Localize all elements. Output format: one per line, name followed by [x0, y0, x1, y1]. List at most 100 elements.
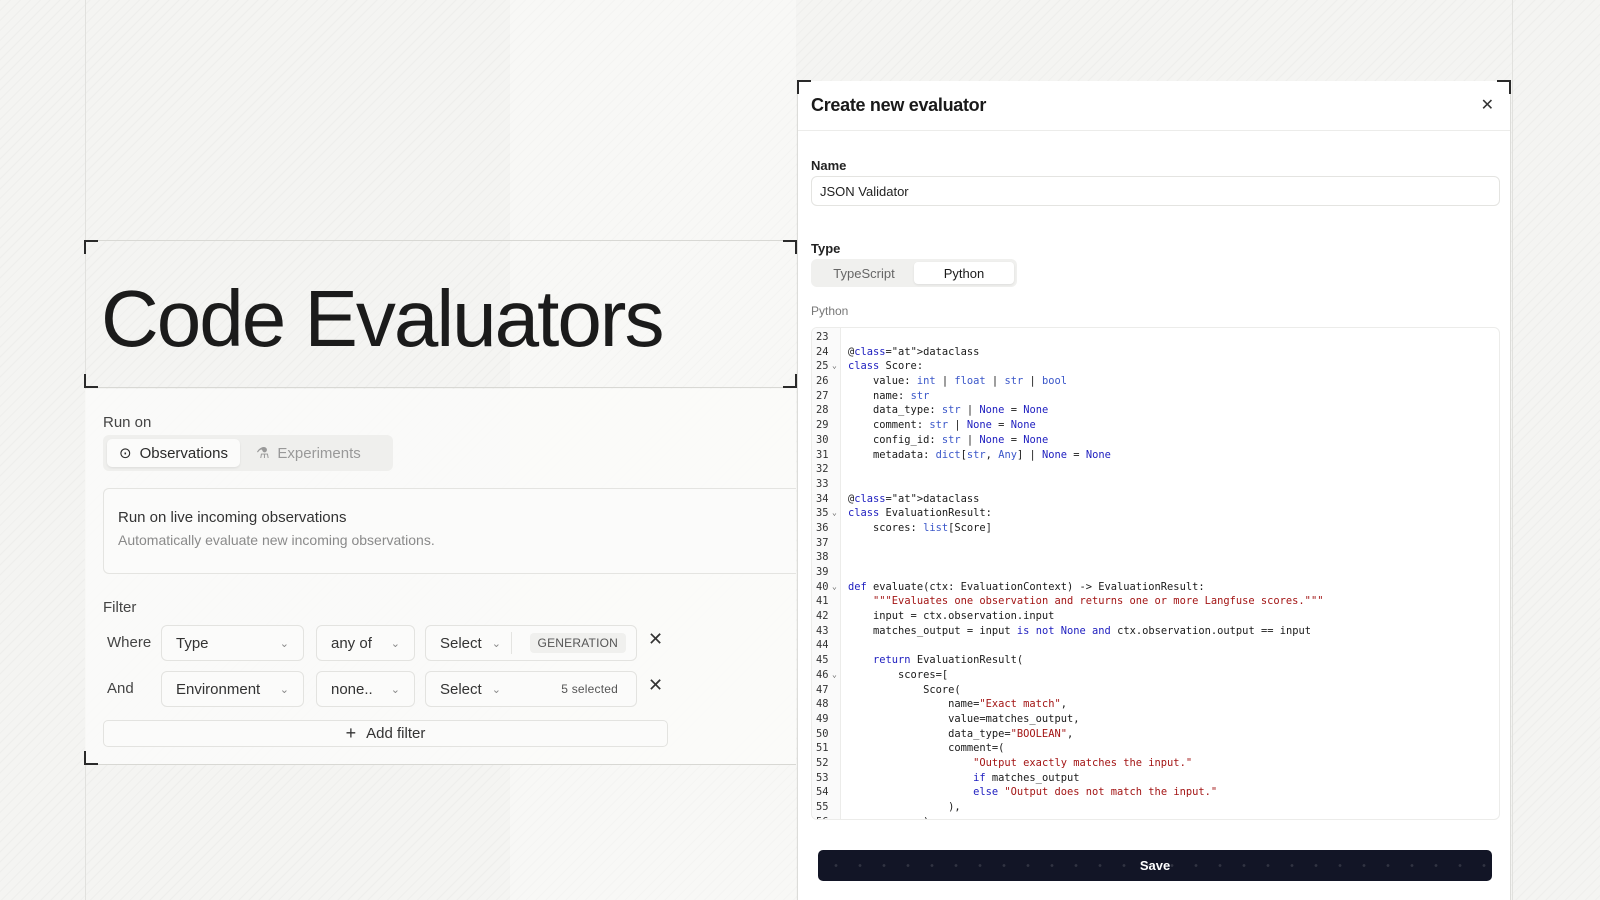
line-number: 45: [816, 654, 829, 667]
code-line: 52 "Output exactly matches the input.": [812, 756, 1499, 771]
add-filter-label: Add filter: [366, 725, 426, 742]
close-icon[interactable]: ✕: [1481, 95, 1494, 115]
line-number: 50: [816, 727, 829, 740]
filter-field-select[interactable]: Type ⌄: [161, 625, 304, 661]
type-option-typescript[interactable]: TypeScript: [814, 262, 914, 284]
code-text: "Output exactly matches the input.": [973, 756, 1193, 769]
line-number: 36: [816, 521, 829, 534]
chevron-down-icon: ⌄: [390, 683, 400, 696]
code-line: 51 comment=(: [812, 741, 1499, 756]
line-number: 31: [816, 448, 829, 461]
tab-experiments[interactable]: ⚗ Experiments: [244, 439, 373, 467]
name-input[interactable]: [811, 176, 1500, 206]
code-text: name="Exact match",: [848, 698, 1067, 711]
code-text: def evaluate(ctx: EvaluationContext) -> …: [848, 580, 1205, 593]
run-on-toggle: ⊙ Observations ⚗ Experiments: [103, 435, 393, 471]
code-line: 34 @class="at">dataclass: [812, 492, 1499, 507]
line-number: 53: [816, 771, 829, 784]
chevron-down-icon: ⌄: [279, 637, 289, 650]
filter-operator-select[interactable]: any of ⌄: [316, 625, 415, 661]
line-number: 26: [816, 375, 829, 388]
code-line: 28 data_type: str | None = None: [812, 403, 1499, 418]
code-text: if matches_output: [973, 771, 1080, 784]
code-line: 30 config_id: str | None = None: [812, 433, 1499, 448]
code-line: 32: [812, 462, 1499, 477]
filter-value-select[interactable]: Select ⌄ GENERATION: [425, 625, 637, 661]
fold-chevron-icon[interactable]: ⌄: [832, 668, 837, 683]
title-frame: Code Evaluators: [84, 240, 797, 388]
line-number: 27: [816, 389, 829, 402]
code-text: Score(: [848, 683, 961, 696]
filter-operator-value: any of: [331, 634, 372, 652]
fold-chevron-icon[interactable]: ⌄: [832, 359, 837, 374]
code-line: 39: [812, 565, 1499, 580]
fold-chevron-icon[interactable]: ⌄: [832, 580, 837, 595]
line-number: 48: [816, 698, 829, 711]
filter-connector: And: [107, 680, 134, 697]
line-number: 41: [816, 595, 829, 608]
code-text: scores=[: [848, 668, 949, 681]
line-number: 32: [816, 463, 829, 476]
filter-operator-select[interactable]: none.. ⌄: [316, 671, 415, 707]
dialog-title: Create new evaluator: [811, 95, 987, 115]
tab-observations[interactable]: ⊙ Observations: [107, 439, 240, 467]
line-number: 25 ⌄: [816, 359, 837, 374]
code-line: 26 value: int | float | str | bool: [812, 374, 1499, 389]
remove-filter-icon[interactable]: ✕: [648, 675, 663, 696]
filter-value-tag: 5 selected: [561, 682, 618, 696]
code-line: 31 metadata: dict[str, Any] | None = Non…: [812, 448, 1499, 463]
create-evaluator-dialog: Create new evaluator ✕ Name Type TypeScr…: [797, 80, 1511, 900]
line-number: 43: [816, 624, 829, 637]
code-line: 55 ),: [812, 800, 1499, 815]
code-text: ): [841, 815, 929, 819]
code-editor[interactable]: 23 24 @class="at">dataclass 25 ⌄ class Score:…: [811, 327, 1500, 820]
line-number: 52: [816, 756, 829, 769]
code-text: config_id: str | None = None: [848, 433, 1049, 446]
code-line: 50 data_type="BOOLEAN",: [812, 727, 1499, 742]
code-text: data_type="BOOLEAN",: [848, 727, 1074, 740]
name-label: Name: [811, 158, 847, 173]
code-line: 24 @class="at">dataclass: [812, 345, 1499, 360]
code-line: 43 matches_output = input is not None an…: [812, 624, 1499, 639]
save-button[interactable]: Save: [818, 850, 1492, 881]
code-line: 56 ): [812, 815, 1499, 819]
line-number: 29: [816, 419, 829, 432]
type-toggle: TypeScript Python: [811, 259, 1017, 287]
filter-value-tag: GENERATION: [529, 633, 626, 653]
filter-label: Filter: [103, 599, 137, 616]
line-number: 40 ⌄: [816, 580, 837, 595]
code-line: 36 scores: list[Score]: [812, 521, 1499, 536]
line-number: 42: [816, 610, 829, 623]
chevron-down-icon: ⌄: [491, 637, 501, 650]
code-line: 42 input = ctx.observation.input: [812, 609, 1499, 624]
code-line: 37: [812, 536, 1499, 551]
code-line: 38: [812, 550, 1499, 565]
filter-field-select[interactable]: Environment ⌄: [161, 671, 304, 707]
code-text: value: int | float | str | bool: [848, 375, 1068, 388]
code-line: 27 name: str: [812, 389, 1499, 404]
code-line: 33: [812, 477, 1499, 492]
code-line: 44: [812, 638, 1499, 653]
tab-experiments-label: Experiments: [277, 444, 361, 462]
code-text: @class="at">dataclass: [848, 492, 980, 505]
add-filter-button[interactable]: + Add filter: [103, 720, 668, 747]
line-number: 23: [816, 331, 829, 343]
flask-icon: ⚗: [255, 445, 270, 462]
page-title: Code Evaluators: [101, 274, 664, 363]
info-card-description: Automatically evaluate new incoming obse…: [118, 532, 435, 548]
line-number: 37: [816, 536, 829, 549]
code-text: input = ctx.observation.input: [848, 610, 1055, 623]
code-line: 40 ⌄ def evaluate(ctx: EvaluationContext) …: [812, 580, 1499, 595]
fold-chevron-icon[interactable]: ⌄: [832, 506, 837, 521]
code-line: 23: [812, 330, 1499, 345]
type-option-python[interactable]: Python: [914, 262, 1014, 284]
plus-icon: +: [345, 723, 357, 743]
filter-operator-value: none..: [331, 680, 373, 698]
remove-filter-icon[interactable]: ✕: [648, 629, 663, 650]
filter-value-select[interactable]: Select ⌄ 5 selected: [425, 671, 637, 707]
code-text: class Score:: [848, 360, 924, 373]
code-text: ),: [848, 801, 961, 813]
